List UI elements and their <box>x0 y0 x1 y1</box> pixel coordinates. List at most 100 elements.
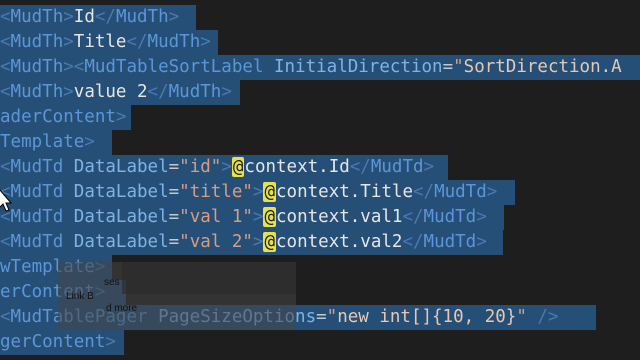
code-token: "id" <box>179 157 222 177</box>
code-token: > <box>252 232 264 252</box>
code-token: MudTd <box>423 232 477 252</box>
popup-dark-region <box>122 262 296 294</box>
code-token: @ <box>231 157 245 177</box>
code-token: context.val1 <box>276 207 403 227</box>
code-token: > <box>105 332 116 352</box>
code-token: MudTh <box>10 32 64 52</box>
popup-more-link[interactable]: d more <box>106 303 137 314</box>
code-token: InitialDirection <box>273 57 443 77</box>
code-line[interactable]: <MudTh>Title</MudTh> <box>0 30 211 55</box>
code-token: </ <box>412 182 435 202</box>
code-line[interactable]: <MudTh>value 2</MudTh> <box>0 80 232 105</box>
code-token: DataLabel <box>73 157 169 177</box>
code-token: MudTh <box>10 7 64 27</box>
popup-text-ses: ses <box>104 277 120 288</box>
code-token: </ <box>126 32 148 52</box>
code-line[interactable]: <MudTd DataLabel="title">@context.Title<… <box>0 180 497 205</box>
code-line[interactable]: aderContent> <box>0 105 126 130</box>
code-token: > <box>63 82 74 102</box>
code-token: </ <box>94 7 116 27</box>
code-token: > <box>200 32 211 52</box>
code-line[interactable]: Template> <box>0 130 95 155</box>
code-token: MudTh <box>10 57 64 77</box>
code-token: > <box>252 207 264 227</box>
code-token: MudTd <box>10 157 64 177</box>
code-token: @ <box>263 182 277 202</box>
code-editor[interactable]: <MudTh>Id</MudTh> <MudTh>Title</MudTh> <Mu… <box>0 0 640 360</box>
code-token: < <box>0 57 11 77</box>
code-token: MudTh <box>115 7 169 27</box>
code-token: " <box>516 307 527 327</box>
code-token: MudTd <box>10 182 64 202</box>
code-token: context.Id <box>244 157 350 177</box>
code-line[interactable]: <MudTd DataLabel="id">@context.Id</MudTd… <box>0 155 434 180</box>
code-token: DataLabel <box>73 207 169 227</box>
code-token: context.val2 <box>276 232 403 252</box>
code-token: </ <box>402 232 424 252</box>
code-token: value 2 <box>73 82 148 102</box>
code-token: < <box>0 232 11 252</box>
code-line[interactable]: gerContent> <box>0 330 116 355</box>
code-token: = <box>442 57 454 77</box>
code-token: > <box>63 32 74 52</box>
code-token: > <box>476 207 487 227</box>
code-token: = <box>168 232 180 252</box>
code-token: MudTableSortLabel <box>84 57 264 77</box>
code-token: = <box>316 307 327 327</box>
code-line[interactable]: <MudTh>Id</MudTh> <box>0 5 179 30</box>
code-line[interactable]: <MudTd DataLabel="val 1">@context.val1</… <box>0 205 487 230</box>
code-token: SortDirection.A <box>463 57 622 77</box>
code-token: > <box>486 182 498 202</box>
code-token: >< <box>63 57 85 77</box>
code-token: MudTh <box>10 82 64 102</box>
code-token: MudTh <box>147 32 201 52</box>
code-token: < <box>0 307 11 327</box>
hover-popup: ses Link B d more <box>58 262 296 330</box>
code-token: > <box>168 7 180 27</box>
code-token: "title" <box>179 182 253 202</box>
code-token: > <box>221 157 232 177</box>
code-token: DataLabel <box>73 232 169 252</box>
code-token: < <box>0 157 11 177</box>
code-token: " <box>326 307 338 327</box>
popup-link[interactable]: Link B <box>66 291 94 302</box>
code-token: > <box>476 232 487 252</box>
code-token: @ <box>263 207 277 227</box>
code-token: > <box>221 82 232 102</box>
code-token: MudTd <box>370 157 424 177</box>
code-token: < <box>0 82 11 102</box>
code-line[interactable]: <MudTh><MudTableSortLabel InitialDirecti… <box>0 55 622 80</box>
code-token: Id <box>73 7 95 27</box>
code-token: </ <box>402 207 424 227</box>
mouse-pointer-icon <box>0 189 12 212</box>
code-token: = <box>168 157 180 177</box>
code-token: DataLabel <box>73 182 169 202</box>
code-token: MudTd <box>434 182 487 202</box>
code-token: @ <box>263 232 277 252</box>
code-token: > <box>423 157 435 177</box>
code-token: /> <box>526 307 559 327</box>
code-token: context.Title <box>276 182 413 202</box>
code-token: > <box>63 7 74 27</box>
code-token: "val 2" <box>179 232 253 252</box>
code-token: gerContent <box>0 332 106 352</box>
code-token: new int[]{10, 20} <box>337 307 517 327</box>
code-token: > <box>84 132 95 152</box>
code-token: > <box>252 182 264 202</box>
code-token: Title <box>73 32 127 52</box>
code-token: aderContent <box>0 107 116 127</box>
code-token: < <box>0 7 11 27</box>
code-token: MudTd <box>10 207 64 227</box>
code-token: " <box>453 57 464 77</box>
code-token: < <box>0 32 11 52</box>
code-token: Template <box>0 132 85 152</box>
code-token: MudTd <box>423 207 477 227</box>
code-token: = <box>168 182 180 202</box>
code-token: = <box>168 207 180 227</box>
code-line[interactable]: <MudTd DataLabel="val 2">@context.val2</… <box>0 230 487 255</box>
